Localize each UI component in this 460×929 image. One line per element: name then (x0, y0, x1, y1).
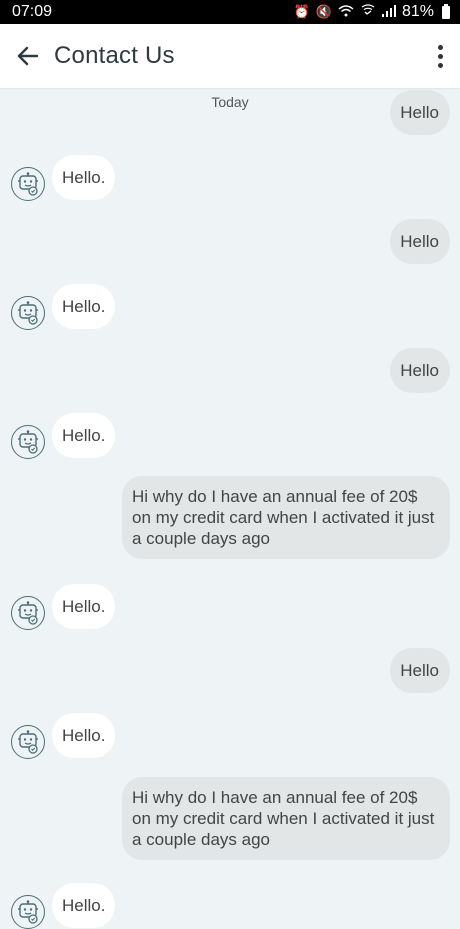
bot-avatar-icon (11, 167, 45, 201)
more-vert-icon[interactable] (428, 38, 452, 74)
wifi-call-icon (360, 4, 376, 20)
bot-avatar-icon (11, 296, 45, 330)
user-message-bubble[interactable]: Hello (390, 348, 450, 393)
user-message-bubble[interactable]: Hi why do I have an annual fee of 20$ on… (122, 777, 450, 860)
battery-icon (442, 3, 450, 19)
status-bar: 07:09 ⏰ 🔇 81% (0, 0, 460, 24)
back-arrow-icon[interactable] (0, 24, 56, 88)
status-icons: ⏰ 🔇 81% (294, 3, 450, 21)
bot-avatar-icon (11, 596, 45, 630)
bot-avatar-icon (11, 725, 45, 759)
bot-avatar-icon (11, 895, 45, 929)
bot-message-bubble[interactable]: Hello. (52, 883, 116, 928)
signal-icon (381, 4, 396, 20)
battery-percent: 81% (401, 3, 434, 20)
user-message-bubble[interactable]: Hello (390, 90, 450, 135)
bot-message-bubble[interactable]: Hello. (52, 284, 116, 329)
bot-message-bubble[interactable]: Hello. (52, 155, 116, 200)
mute-icon: 🔇 (315, 4, 332, 19)
user-message-bubble[interactable]: Hello (390, 219, 450, 264)
bot-message-bubble[interactable]: Hello. (52, 584, 116, 629)
alarm-icon: ⏰ (293, 4, 310, 19)
page-title: Contact Us (54, 42, 175, 69)
user-message-bubble[interactable]: Hi why do I have an annual fee of 20$ on… (122, 476, 450, 559)
app-bar: Contact Us (0, 24, 460, 88)
bot-avatar-icon (11, 425, 45, 459)
status-time: 07:09 (12, 3, 53, 20)
bot-message-bubble[interactable]: Hello. (52, 713, 116, 758)
user-message-bubble[interactable]: Hello (390, 648, 450, 693)
chat-thread[interactable]: Today Hello Hello. Hello Hello. Hello He… (0, 88, 460, 929)
bot-message-bubble[interactable]: Hello. (52, 413, 116, 458)
wifi-icon (338, 4, 354, 20)
